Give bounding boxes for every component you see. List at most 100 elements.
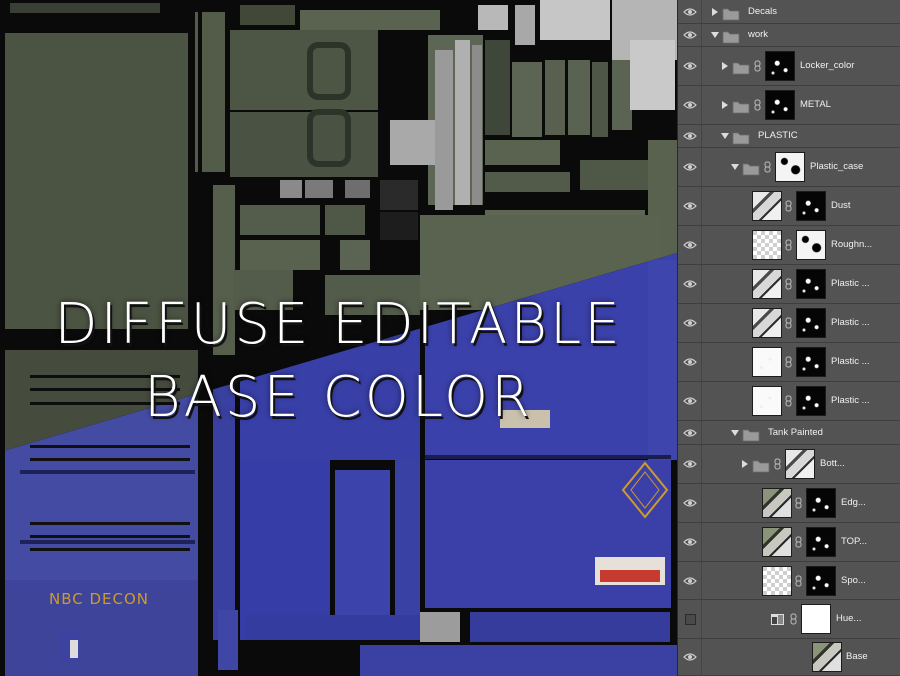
layer-row[interactable]: Tank Painted xyxy=(678,421,900,445)
folder-icon xyxy=(752,460,770,473)
link-chain-icon[interactable] xyxy=(754,60,762,72)
layer-mask-thumbnail xyxy=(806,565,836,596)
caret-right-icon[interactable] xyxy=(720,100,730,110)
visibility-toggle[interactable] xyxy=(678,421,702,444)
caret-right-icon[interactable] xyxy=(710,7,720,17)
layer-row[interactable]: Spo... xyxy=(678,562,900,600)
layer-row[interactable]: Base xyxy=(678,639,900,676)
eye-icon[interactable] xyxy=(683,428,697,438)
layer-thumbnail xyxy=(752,191,782,221)
layer-row[interactable]: Edg... xyxy=(678,484,900,523)
visibility-toggle[interactable] xyxy=(678,562,702,599)
layer-row[interactable]: Plastic ... xyxy=(678,265,900,304)
eye-icon[interactable] xyxy=(683,279,697,289)
layer-name: METAL xyxy=(800,99,831,110)
layer-row[interactable]: Hue... xyxy=(678,600,900,639)
eye-icon[interactable] xyxy=(683,652,697,662)
visibility-toggle[interactable] xyxy=(678,265,702,303)
link-chain-icon[interactable] xyxy=(790,613,798,625)
eye-icon[interactable] xyxy=(683,357,697,367)
visibility-toggle[interactable] xyxy=(678,47,702,85)
caret-down-icon[interactable] xyxy=(710,30,720,40)
layer-row[interactable]: Dust xyxy=(678,187,900,226)
visibility-toggle[interactable] xyxy=(678,226,702,264)
layer-mask-thumbnail xyxy=(796,347,826,377)
layer-row[interactable]: Decals xyxy=(678,0,900,24)
visibility-toggle[interactable] xyxy=(678,523,702,561)
link-chain-icon[interactable] xyxy=(764,161,772,173)
folder-icon xyxy=(732,62,750,75)
layer-row[interactable]: work xyxy=(678,24,900,47)
eye-icon[interactable] xyxy=(683,576,697,586)
visibility-toggle[interactable] xyxy=(678,125,702,147)
visibility-toggle[interactable] xyxy=(678,600,702,638)
eye-icon[interactable] xyxy=(683,498,697,508)
layer-row[interactable]: Locker_color xyxy=(678,47,900,86)
visibility-toggle[interactable] xyxy=(678,445,702,483)
eye-icon[interactable] xyxy=(683,30,697,40)
eye-icon[interactable] xyxy=(683,162,697,172)
eye-icon[interactable] xyxy=(683,7,697,17)
layer-row[interactable]: Plastic ... xyxy=(678,304,900,343)
layer-row[interactable]: METAL xyxy=(678,86,900,125)
hidden-visibility-box[interactable] xyxy=(685,614,696,625)
eye-icon[interactable] xyxy=(683,131,697,141)
link-chain-icon[interactable] xyxy=(795,497,803,509)
eye-icon[interactable] xyxy=(683,201,697,211)
layer-name: Hue... xyxy=(836,613,862,624)
eye-icon[interactable] xyxy=(683,459,697,469)
link-chain-icon[interactable] xyxy=(795,575,803,587)
eye-icon[interactable] xyxy=(683,240,697,250)
texture-canvas[interactable]: DIFFUSE EDITABLE BASE COLOR NBC DECON xyxy=(0,0,677,676)
layer-row[interactable]: Plastic ... xyxy=(678,343,900,382)
layer-mask-thumbnail xyxy=(801,604,831,634)
link-chain-icon[interactable] xyxy=(785,200,793,212)
caret-right-icon[interactable] xyxy=(740,459,750,469)
visibility-toggle[interactable] xyxy=(678,187,702,225)
folder-icon xyxy=(742,429,760,441)
caret-right-icon[interactable] xyxy=(720,61,730,71)
link-chain-icon[interactable] xyxy=(785,278,793,290)
link-chain-icon[interactable] xyxy=(754,99,762,111)
layer-row[interactable]: Plastic_case xyxy=(678,148,900,187)
caret-down-icon[interactable] xyxy=(720,131,730,141)
eye-icon[interactable] xyxy=(683,61,697,71)
layers-panel: Decals work Locker_color METAL PLASTIC Plasti… xyxy=(677,0,900,676)
layer-thumbnail xyxy=(752,386,782,416)
adjustment-layer-icon xyxy=(771,614,784,625)
visibility-toggle[interactable] xyxy=(678,382,702,420)
layer-row[interactable]: Plastic ... xyxy=(678,382,900,421)
visibility-toggle[interactable] xyxy=(678,24,702,46)
visibility-toggle[interactable] xyxy=(678,148,702,186)
visibility-toggle[interactable] xyxy=(678,0,702,23)
layer-row[interactable]: PLASTIC xyxy=(678,125,900,148)
layer-thumbnail xyxy=(752,308,782,338)
link-chain-icon[interactable] xyxy=(774,458,782,470)
link-chain-icon[interactable] xyxy=(785,356,793,368)
eye-icon[interactable] xyxy=(683,537,697,547)
layer-row[interactable]: TOP... xyxy=(678,523,900,562)
layer-row[interactable]: Roughn... xyxy=(678,226,900,265)
eye-icon[interactable] xyxy=(683,396,697,406)
layer-thumbnail xyxy=(762,565,792,596)
caret-down-icon[interactable] xyxy=(730,428,740,438)
link-chain-icon[interactable] xyxy=(785,317,793,329)
link-chain-icon[interactable] xyxy=(785,395,793,407)
eye-icon[interactable] xyxy=(683,100,697,110)
visibility-toggle[interactable] xyxy=(678,86,702,124)
visibility-toggle[interactable] xyxy=(678,343,702,381)
layer-mask-thumbnail xyxy=(806,488,836,518)
visibility-toggle[interactable] xyxy=(678,484,702,522)
layer-row[interactable]: Bott... xyxy=(678,445,900,484)
link-chain-icon[interactable] xyxy=(785,239,793,251)
layer-name: Edg... xyxy=(841,497,866,508)
layer-thumbnail xyxy=(752,347,782,377)
visibility-toggle[interactable] xyxy=(678,304,702,342)
folder-icon xyxy=(732,132,750,145)
layer-name: Roughn... xyxy=(831,239,873,250)
link-chain-icon[interactable] xyxy=(795,536,803,548)
eye-icon[interactable] xyxy=(683,318,697,328)
caret-down-icon[interactable] xyxy=(730,162,740,172)
visibility-toggle[interactable] xyxy=(678,639,702,675)
layer-name: Plastic ... xyxy=(831,395,870,406)
